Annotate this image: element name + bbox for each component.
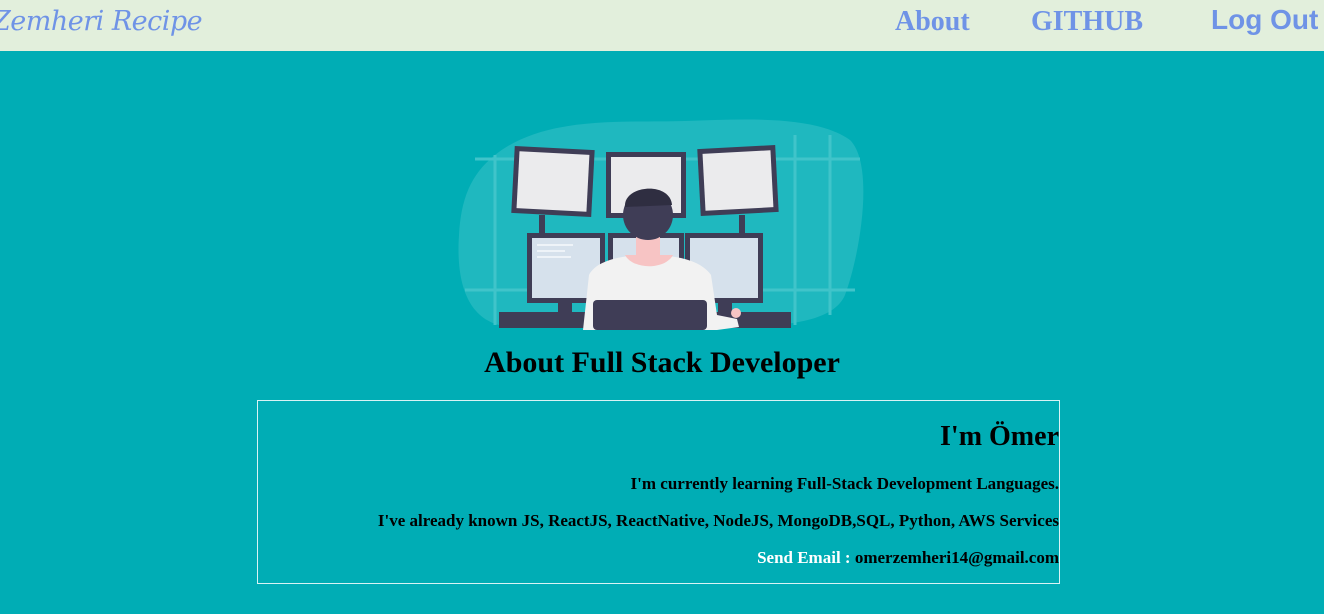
brand-logo[interactable]: Zemheri Recipe xyxy=(0,6,203,37)
nav-link-github[interactable]: GITHUB xyxy=(1031,6,1143,38)
navbar: Zemheri Recipe About GITHUB Log Out xyxy=(0,0,1324,51)
email-label: Send Email : xyxy=(757,548,855,567)
skills-text: I've already known JS, ReactJS, ReactNat… xyxy=(377,511,1059,530)
learning-text: I'm currently learning Full-Stack Develo… xyxy=(630,474,1059,493)
nav-link-about[interactable]: About xyxy=(895,6,970,38)
about-card: I'm Ömer I'm currently learning Full-Sta… xyxy=(257,400,1060,584)
page-title: About Full Stack Developer xyxy=(484,346,840,379)
card-heading: I'm Ömer xyxy=(940,421,1059,452)
logout-button[interactable]: Log Out xyxy=(1211,4,1318,36)
email-line: Send Email : omerzemheri14@gmail.com xyxy=(757,548,1059,568)
email-link[interactable]: omerzemheri14@gmail.com xyxy=(855,548,1059,567)
developer-at-monitors-illustration xyxy=(458,119,864,330)
